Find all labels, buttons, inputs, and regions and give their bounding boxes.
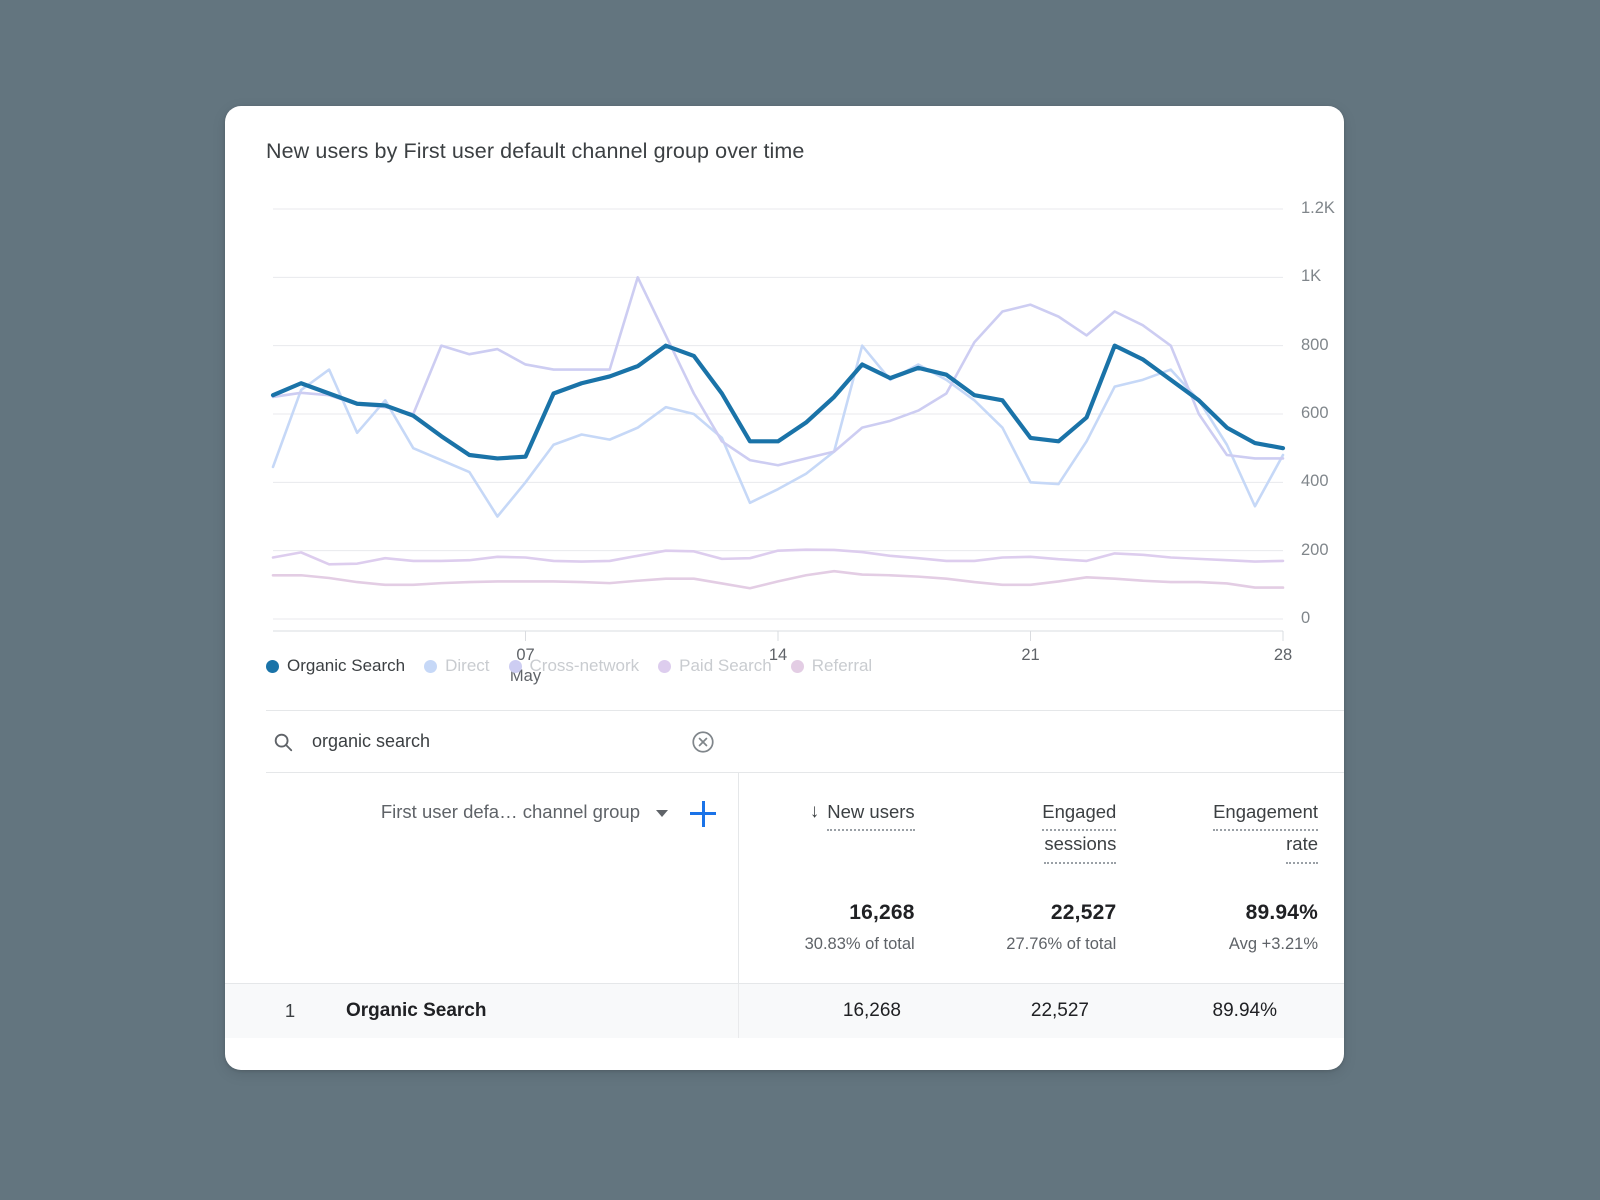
x-axis-tick: 28 bbox=[1274, 646, 1292, 665]
y-axis-tick: 600 bbox=[1301, 404, 1344, 423]
totals-cell: 16,268 30.83% of total bbox=[739, 883, 941, 983]
y-axis-tick: 1K bbox=[1301, 267, 1344, 286]
totals-value: 16,268 bbox=[739, 901, 915, 925]
search-icon bbox=[272, 731, 294, 753]
totals-cell: 89.94% Avg +3.21% bbox=[1142, 883, 1344, 983]
metric-headers: ↓New usersEngagedsessionsEngagementrate bbox=[739, 773, 1344, 883]
legend-label: Direct bbox=[445, 656, 489, 676]
metric-header-label[interactable]: New users bbox=[827, 799, 914, 831]
legend-item[interactable]: Referral bbox=[791, 656, 872, 676]
legend-color-dot bbox=[791, 660, 804, 673]
y-axis-tick: 0 bbox=[1301, 609, 1344, 628]
plus-icon[interactable] bbox=[690, 801, 716, 827]
screenshot-root: New users by First user default channel … bbox=[0, 0, 1600, 1200]
y-axis-tick: 400 bbox=[1301, 472, 1344, 491]
dimension-header-cell: First user defa… channel group bbox=[266, 773, 739, 883]
legend-color-dot bbox=[658, 660, 671, 673]
data-table: First user defa… channel group ↓ New user… bbox=[266, 772, 1344, 1038]
dimension-label[interactable]: First user defa… channel group bbox=[381, 801, 640, 823]
metric-header-label[interactable]: sessions bbox=[1044, 831, 1116, 863]
table-search-row bbox=[266, 710, 1344, 772]
metric-header-cell[interactable]: ↓ New users bbox=[739, 773, 941, 883]
legend-item[interactable]: Direct bbox=[424, 656, 489, 676]
totals-subtext: 30.83% of total bbox=[739, 935, 915, 954]
x-axis-tick: 21 bbox=[1021, 646, 1039, 665]
legend-label: Cross-network bbox=[530, 656, 640, 676]
row-dimension-cell: 1 Organic Search bbox=[266, 984, 739, 1038]
totals-subtext: Avg +3.21% bbox=[1142, 935, 1318, 954]
legend-item[interactable]: Paid Search bbox=[658, 656, 772, 676]
chart-canvas bbox=[225, 184, 1344, 684]
y-axis-tick: 200 bbox=[1301, 541, 1344, 560]
legend-item[interactable]: Cross-network bbox=[509, 656, 640, 676]
legend-label: Referral bbox=[812, 656, 872, 676]
legend-label: Organic Search bbox=[287, 656, 405, 676]
analytics-card: New users by First user default channel … bbox=[225, 106, 1344, 1070]
arrow-down-icon[interactable]: ↓ bbox=[810, 801, 820, 823]
row-metric-value: 16,268 bbox=[739, 984, 927, 1038]
chart-legend: Organic Search Direct Cross-network Paid Se… bbox=[266, 656, 872, 676]
y-axis-tick: 1.2K bbox=[1301, 199, 1344, 218]
chevron-down-icon[interactable] bbox=[656, 810, 668, 817]
metric-header-label[interactable]: Engagement bbox=[1213, 799, 1318, 831]
totals-cell: 22,527 27.76% of total bbox=[941, 883, 1143, 983]
totals-metric-cells: 16,268 30.83% of total 22,527 27.76% of tot… bbox=[739, 883, 1344, 983]
row-metric-value: 89.94% bbox=[1115, 984, 1303, 1038]
metric-header-label[interactable]: rate bbox=[1286, 831, 1318, 863]
metric-header-cell[interactable]: Engagementrate bbox=[1142, 773, 1344, 883]
page-title: New users by First user default channel … bbox=[266, 139, 804, 164]
table-body: 1 Organic Search 16,26822,52789.94% bbox=[266, 983, 1344, 1038]
legend-color-dot bbox=[266, 660, 279, 673]
line-chart: 02004006008001K1.2K 07May142128 bbox=[225, 184, 1344, 684]
totals-subtext: 27.76% of total bbox=[941, 935, 1117, 954]
row-metric-value: 22,527 bbox=[927, 984, 1115, 1038]
table-header-row: First user defa… channel group ↓ New user… bbox=[266, 773, 1344, 883]
legend-item[interactable]: Organic Search bbox=[266, 656, 405, 676]
totals-dimension-cell bbox=[266, 883, 739, 983]
legend-label: Paid Search bbox=[679, 656, 772, 676]
search-input[interactable] bbox=[312, 731, 682, 752]
clear-search-icon[interactable] bbox=[690, 729, 716, 755]
row-dimension-value[interactable]: Organic Search bbox=[346, 1000, 486, 1022]
totals-row: 16,268 30.83% of total 22,527 27.76% of tot… bbox=[266, 883, 1344, 983]
row-index: 1 bbox=[266, 1000, 314, 1022]
legend-color-dot bbox=[509, 660, 522, 673]
y-axis-tick: 800 bbox=[1301, 336, 1344, 355]
totals-value: 22,527 bbox=[941, 901, 1117, 925]
metric-header-label[interactable]: Engaged bbox=[1042, 799, 1116, 831]
totals-value: 89.94% bbox=[1142, 901, 1318, 925]
row-metric-cells: 16,26822,52789.94% bbox=[739, 984, 1344, 1038]
legend-color-dot bbox=[424, 660, 437, 673]
metric-header-cell[interactable]: Engagedsessions bbox=[941, 773, 1143, 883]
table-row[interactable]: 1 Organic Search 16,26822,52789.94% bbox=[225, 983, 1344, 1038]
